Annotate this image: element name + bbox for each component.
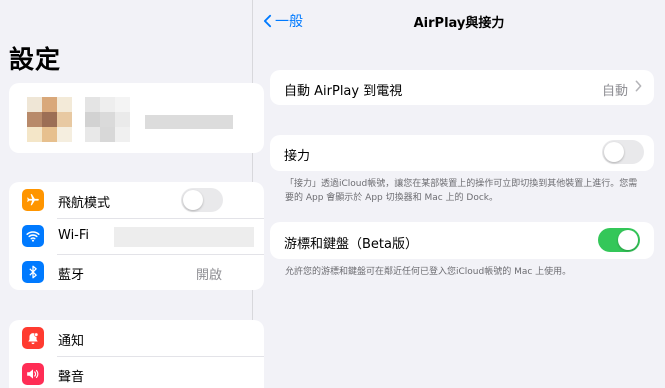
- sidebar-item-sounds[interactable]: 聲音: [9, 356, 264, 388]
- cursor-keyboard-label: 游標和鍵盤（Beta版）: [284, 237, 418, 252]
- auto-airplay-label: 自動 AirPlay 到電視: [284, 84, 403, 99]
- speaker-icon: [22, 363, 44, 385]
- cursor-keyboard-row: 游標和鍵盤（Beta版）: [270, 222, 654, 259]
- wifi-icon: [22, 225, 44, 247]
- sidebar-item-label: 通知: [58, 334, 85, 349]
- profile-card[interactable]: [9, 83, 264, 153]
- navigation-bar: 一般 AirPlay與接力: [253, 0, 665, 40]
- profile-name-redacted: [85, 97, 145, 142]
- sidebar-item-airplane-mode[interactable]: 飛航模式: [9, 182, 264, 218]
- auto-airplay-row[interactable]: 自動 AirPlay 到電視 自動: [270, 70, 654, 105]
- sidebar-item-label: Wi-Fi: [58, 228, 90, 243]
- wifi-network-redacted: [114, 227, 254, 247]
- bell-icon: [22, 327, 44, 349]
- settings-group-connectivity: 飛航模式 Wi-Fi 藍牙 開啟: [9, 182, 264, 290]
- handoff-toggle[interactable]: [602, 140, 644, 164]
- sidebar: 設定 飛航模式 Wi-Fi 藍牙 開啟 通知 聲音: [0, 0, 264, 388]
- chevron-right-icon: [635, 80, 642, 96]
- settings-group-notifications: 通知 聲音: [9, 320, 264, 388]
- auto-airplay-value: 自動: [601, 84, 628, 99]
- sidebar-item-label: 藍牙: [58, 268, 85, 283]
- page-title: AirPlay與接力: [413, 16, 505, 31]
- sidebar-item-wifi[interactable]: Wi-Fi: [9, 218, 264, 254]
- profile-subtitle-redacted: [145, 115, 233, 129]
- sidebar-title: 設定: [9, 45, 62, 74]
- cursor-keyboard-footnote: 允許您的游標和鍵盤可在鄰近任何已登入您iCloud帳號的 Mac 上使用。: [285, 267, 572, 277]
- sidebar-item-label: 聲音: [58, 370, 85, 385]
- sidebar-item-label: 飛航模式: [58, 196, 111, 211]
- avatar: [27, 97, 72, 142]
- bluetooth-status: 開啟: [195, 268, 222, 283]
- airplane-icon: [22, 189, 44, 211]
- sidebar-item-bluetooth[interactable]: 藍牙 開啟: [9, 254, 264, 290]
- handoff-footnote: 「接力」透過iCloud帳號，讓您在某部裝置上的操作可立即切換到其他裝置上進行。…: [285, 179, 638, 203]
- sidebar-item-notifications[interactable]: 通知: [9, 320, 264, 356]
- handoff-label: 接力: [284, 149, 311, 164]
- cursor-keyboard-toggle[interactable]: [598, 228, 640, 252]
- handoff-row: 接力: [270, 135, 654, 171]
- airplane-mode-toggle[interactable]: [181, 188, 223, 212]
- bluetooth-icon: [22, 261, 44, 283]
